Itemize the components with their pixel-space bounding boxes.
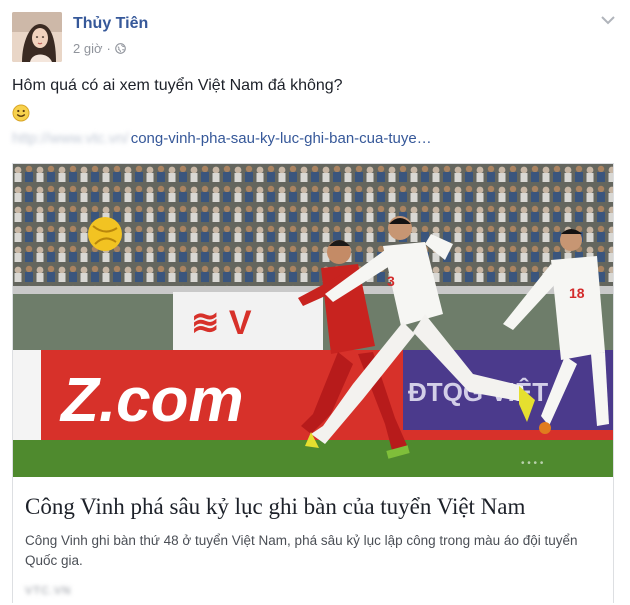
avatar[interactable] <box>12 12 62 62</box>
card-title[interactable]: Công Vinh phá sâu kỷ lục ghi bàn của tuy… <box>25 493 601 521</box>
card-domain-blurred: VTC.VN <box>25 585 72 597</box>
article-photo[interactable]: ≋ V Z.com ĐTQG VIỆT <box>13 164 613 477</box>
football-match-image: ≋ V Z.com ĐTQG VIỆT <box>13 164 613 477</box>
link-text[interactable]: cong-vinh-pha-sau-ky-luc-ghi-ban-cua-tuy… <box>131 130 432 147</box>
link-prefix-blurred: http://www.vtc.vn/ <box>12 130 129 147</box>
chevron-down-icon[interactable] <box>600 14 616 26</box>
avatar-image <box>12 12 62 62</box>
status-text: Hôm quá có ai xem tuyển Việt Nam đá khôn… <box>12 77 343 94</box>
shared-link[interactable]: http://www.vtc.vn/cong-vinh-pha-sau-ky-l… <box>12 130 432 147</box>
card-text-area[interactable]: Công Vinh phá sâu kỷ lục ghi bàn của tuy… <box>13 477 613 597</box>
player-number-right: 18 <box>569 285 585 301</box>
link-preview-card[interactable]: ≋ V Z.com ĐTQG VIỆT <box>12 163 614 603</box>
player-number-left: 3 <box>387 273 395 289</box>
post-time[interactable]: 2 giờ <box>73 41 103 56</box>
card-description: Công Vinh ghi bàn thứ 48 ở tuyển Việt Na… <box>25 533 578 568</box>
meta-separator: · <box>106 41 111 56</box>
post-meta: 2 giờ · <box>73 41 126 56</box>
author-name[interactable]: Thủy Tiên <box>73 15 148 33</box>
smiley-emoji-icon <box>12 104 30 122</box>
svg-text:≋ V: ≋ V <box>191 304 252 342</box>
svg-text:• • • •: • • • • <box>521 458 544 469</box>
facebook-post: Thủy Tiên 2 giờ · Hôm quá có ai xem tuyể… <box>0 0 630 605</box>
banner-text: Z.com <box>59 366 244 435</box>
globe-icon[interactable] <box>115 43 126 54</box>
